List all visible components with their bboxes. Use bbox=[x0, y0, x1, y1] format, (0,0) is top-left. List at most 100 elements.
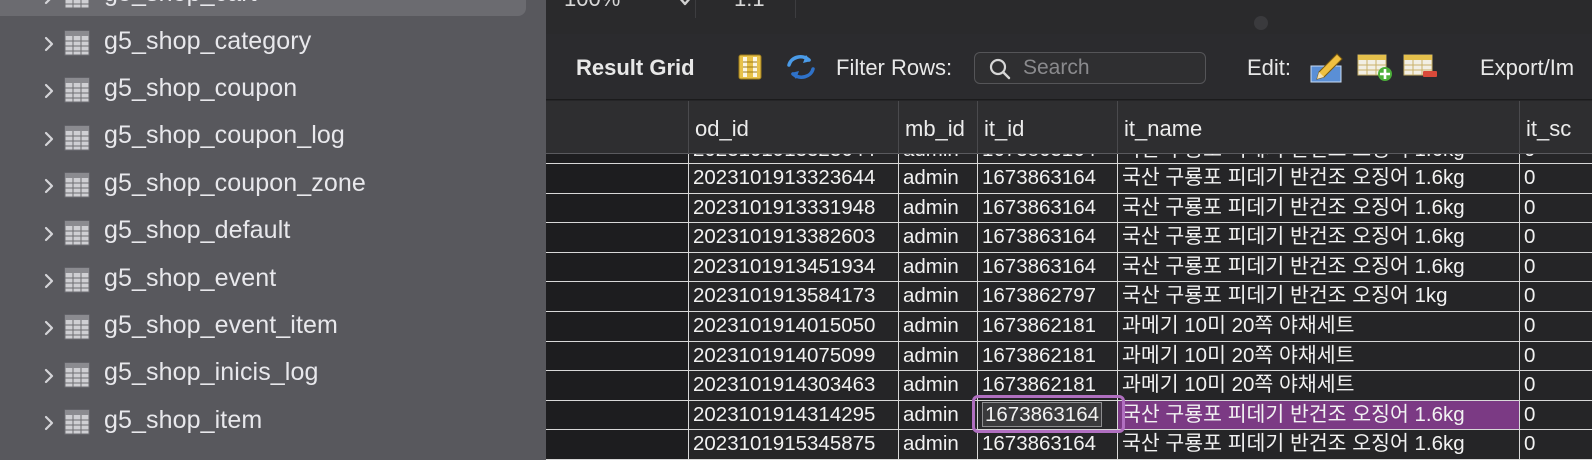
table-item[interactable]: g5_shop_cart bbox=[0, 0, 546, 17]
cell-od-id[interactable]: 2023101914075099 bbox=[688, 341, 898, 371]
cell-od-id[interactable]: 2023101913323644 bbox=[688, 164, 898, 193]
cell-od-id[interactable]: 2023101913331948 bbox=[688, 193, 898, 223]
cell-it-name[interactable]: 국산 구룡포 피데기 반건조 오징어 1.6kg bbox=[1117, 154, 1519, 163]
cell-mb-id[interactable]: admin bbox=[898, 430, 977, 459]
chevron-right-icon[interactable] bbox=[40, 35, 58, 53]
filter-search-field[interactable] bbox=[974, 52, 1206, 84]
cell-od-id[interactable]: 2023101913584173 bbox=[688, 282, 898, 311]
table-row[interactable]: 2023101914075099 admin 1673862181 과메기 10미 2… bbox=[546, 341, 1592, 372]
cell-it-id[interactable]: 1673863164 bbox=[977, 193, 1117, 223]
search-input[interactable] bbox=[1023, 56, 1198, 80]
cell-it-id[interactable]: 1673863164 bbox=[977, 164, 1117, 193]
cell-it-sc[interactable]: 0 bbox=[1519, 400, 1592, 430]
columns-toggle-icon[interactable] bbox=[736, 53, 764, 86]
splitter-handle[interactable] bbox=[1254, 16, 1268, 30]
cell-mb-id[interactable]: admin bbox=[898, 400, 977, 430]
chevron-right-icon[interactable] bbox=[40, 177, 58, 195]
table-item[interactable]: g5_shop_coupon_zone bbox=[0, 160, 546, 207]
cell-it-id[interactable]: 1673862181 bbox=[977, 371, 1117, 400]
cell-mb-id[interactable]: admin bbox=[898, 282, 977, 311]
table-item[interactable]: g5_shop_item bbox=[0, 397, 546, 444]
chevron-right-icon[interactable] bbox=[40, 367, 58, 385]
table-row[interactable]: 2023101913323644admin1673863164국산 구룡포 피데… bbox=[546, 154, 1592, 164]
cell-mb-id[interactable]: admin bbox=[898, 193, 977, 223]
table-row[interactable]: 2023101913382603 admin 1673863164 국산 구룡포 피데… bbox=[546, 223, 1592, 253]
cell-it-id[interactable]: 1673862181 bbox=[977, 341, 1117, 371]
column-header-it-name[interactable]: it_name bbox=[1117, 101, 1519, 154]
table-row[interactable]: 2023101914015050 admin 1673862181 과메기 10미 2… bbox=[546, 311, 1592, 342]
cell-it-sc[interactable]: 0 bbox=[1519, 341, 1592, 371]
cell-it-id[interactable]: 1673862797 bbox=[977, 282, 1117, 311]
column-header-it-id[interactable]: it_id bbox=[977, 101, 1117, 154]
cell-od-id[interactable]: 2023101914015050 bbox=[688, 311, 898, 341]
chevron-right-icon[interactable] bbox=[40, 414, 58, 432]
cell-mb-id[interactable]: admin bbox=[898, 311, 977, 341]
cell-it-name[interactable]: 국산 구룡포 피데기 반건조 오징어 1kg bbox=[1117, 282, 1519, 311]
table-item[interactable]: g5_shop_coupon bbox=[0, 65, 546, 112]
cell-it-sc[interactable]: 0 bbox=[1519, 430, 1592, 459]
chevron-right-icon[interactable] bbox=[40, 130, 58, 148]
cell-it-id[interactable]: 1673863164 bbox=[977, 223, 1117, 252]
table-item[interactable]: g5_shop_coupon_log bbox=[0, 112, 546, 159]
cell-od-id[interactable]: 2023101913323644 bbox=[688, 154, 898, 163]
table-row[interactable]: 2023101913323644admin1673863164국산 구룡포 피데… bbox=[546, 164, 1592, 194]
zoom-select[interactable]: 100% bbox=[546, 0, 696, 18]
cell-it-sc[interactable]: 0 bbox=[1519, 193, 1592, 223]
chevron-right-icon[interactable] bbox=[40, 225, 58, 243]
column-header-it-sc[interactable]: it_sc bbox=[1519, 101, 1592, 154]
cell-it-id[interactable]: 1673863164 bbox=[977, 252, 1117, 282]
cell-it-id[interactable]: 1673863164 bbox=[977, 154, 1117, 163]
cell-mb-id[interactable]: admin bbox=[898, 371, 977, 400]
cell-it-id[interactable]: 1673862181 bbox=[977, 311, 1117, 341]
table-item[interactable]: g5_shop_event bbox=[0, 254, 546, 301]
result-grid-tab[interactable]: Result Grid bbox=[576, 55, 695, 81]
cell-it-sc[interactable]: 0 bbox=[1519, 154, 1592, 163]
cell-it-sc[interactable]: 0 bbox=[1519, 252, 1592, 282]
cell-it-name[interactable]: 국산 구룡포 피데기 반건조 오징어 1.6kg bbox=[1117, 223, 1519, 252]
export-import-button[interactable]: Export/Im bbox=[1480, 55, 1574, 81]
table-row[interactable]: 2023101913331948 admin 1673863164 국산 구룡포 피데… bbox=[546, 193, 1592, 224]
cell-it-id[interactable]: 1673863164 bbox=[977, 400, 1117, 430]
cell-it-name[interactable]: 과메기 10미 20쪽 야채세트 bbox=[1117, 311, 1519, 341]
cell-it-sc[interactable]: 0 bbox=[1519, 371, 1592, 400]
cell-mb-id[interactable]: admin bbox=[898, 154, 977, 163]
chevron-right-icon[interactable] bbox=[40, 82, 58, 100]
table-item[interactable]: g5_shop_default bbox=[0, 207, 546, 254]
cell-it-sc[interactable]: 0 bbox=[1519, 311, 1592, 341]
table-item[interactable]: g5_shop_event_item bbox=[0, 302, 546, 349]
refresh-icon[interactable] bbox=[784, 52, 818, 87]
cell-it-name[interactable]: 과메기 10미 20쪽 야채세트 bbox=[1117, 341, 1519, 371]
table-row[interactable]: 2023101914303463 admin 1673862181 과메기 10미 2… bbox=[546, 371, 1592, 401]
cell-od-id[interactable]: 2023101913382603 bbox=[688, 223, 898, 252]
cell-it-sc[interactable]: 0 bbox=[1519, 164, 1592, 193]
table-row[interactable]: 2023101913451934 admin 1673863164 국산 구룡포 피데… bbox=[546, 252, 1592, 283]
cell-mb-id[interactable]: admin bbox=[898, 223, 977, 252]
column-header-od-id[interactable]: od_id bbox=[688, 101, 898, 154]
cell-od-id[interactable]: 2023101913451934 bbox=[688, 252, 898, 282]
chevron-right-icon[interactable] bbox=[40, 272, 58, 290]
chevron-right-icon[interactable] bbox=[40, 319, 58, 337]
cell-it-name[interactable]: 국산 구룡포 피데기 반건조 오징어 1.6kg bbox=[1117, 400, 1519, 430]
cell-it-sc[interactable]: 0 bbox=[1519, 223, 1592, 252]
table-item[interactable]: g5_shop_inicis_log bbox=[0, 349, 546, 396]
delete-row-icon[interactable] bbox=[1403, 52, 1439, 87]
edit-row-pencil-icon[interactable] bbox=[1309, 50, 1345, 89]
cell-it-name[interactable]: 과메기 10미 20쪽 야채세트 bbox=[1117, 371, 1519, 400]
cell-od-id[interactable]: 2023101914303463 bbox=[688, 371, 898, 400]
table-item[interactable]: g5_shop_category bbox=[0, 17, 546, 64]
table-row[interactable]: 2023101913584173 admin 1673862797 국산 구룡포 피데… bbox=[546, 282, 1592, 312]
selected-cell-value[interactable]: 1673863164 bbox=[982, 401, 1103, 427]
cell-mb-id[interactable]: admin bbox=[898, 164, 977, 193]
cell-it-name[interactable]: 국산 구룡포 피데기 반건조 오징어 1.6kg bbox=[1117, 430, 1519, 459]
table-row[interactable]: 2023101915345875 admin 1673863164 국산 구룡포 피데… bbox=[546, 430, 1592, 460]
cell-od-id[interactable]: 2023101915345875 bbox=[688, 430, 898, 459]
cell-it-sc[interactable]: 0 bbox=[1519, 282, 1592, 311]
chevron-right-icon[interactable] bbox=[40, 0, 58, 6]
cell-it-name[interactable]: 국산 구룡포 피데기 반건조 오징어 1.6kg bbox=[1117, 193, 1519, 223]
column-header-mb-id[interactable]: mb_id bbox=[898, 101, 977, 154]
cell-it-name[interactable]: 국산 구룡포 피데기 반건조 오징어 1.6kg bbox=[1117, 164, 1519, 193]
cell-it-id[interactable]: 1673863164 bbox=[977, 430, 1117, 459]
table-row[interactable]: 2023101914314295 admin 1673863164 국산 구룡포 피데… bbox=[546, 394, 1592, 433]
cell-mb-id[interactable]: admin bbox=[898, 252, 977, 282]
cell-mb-id[interactable]: admin bbox=[898, 341, 977, 371]
